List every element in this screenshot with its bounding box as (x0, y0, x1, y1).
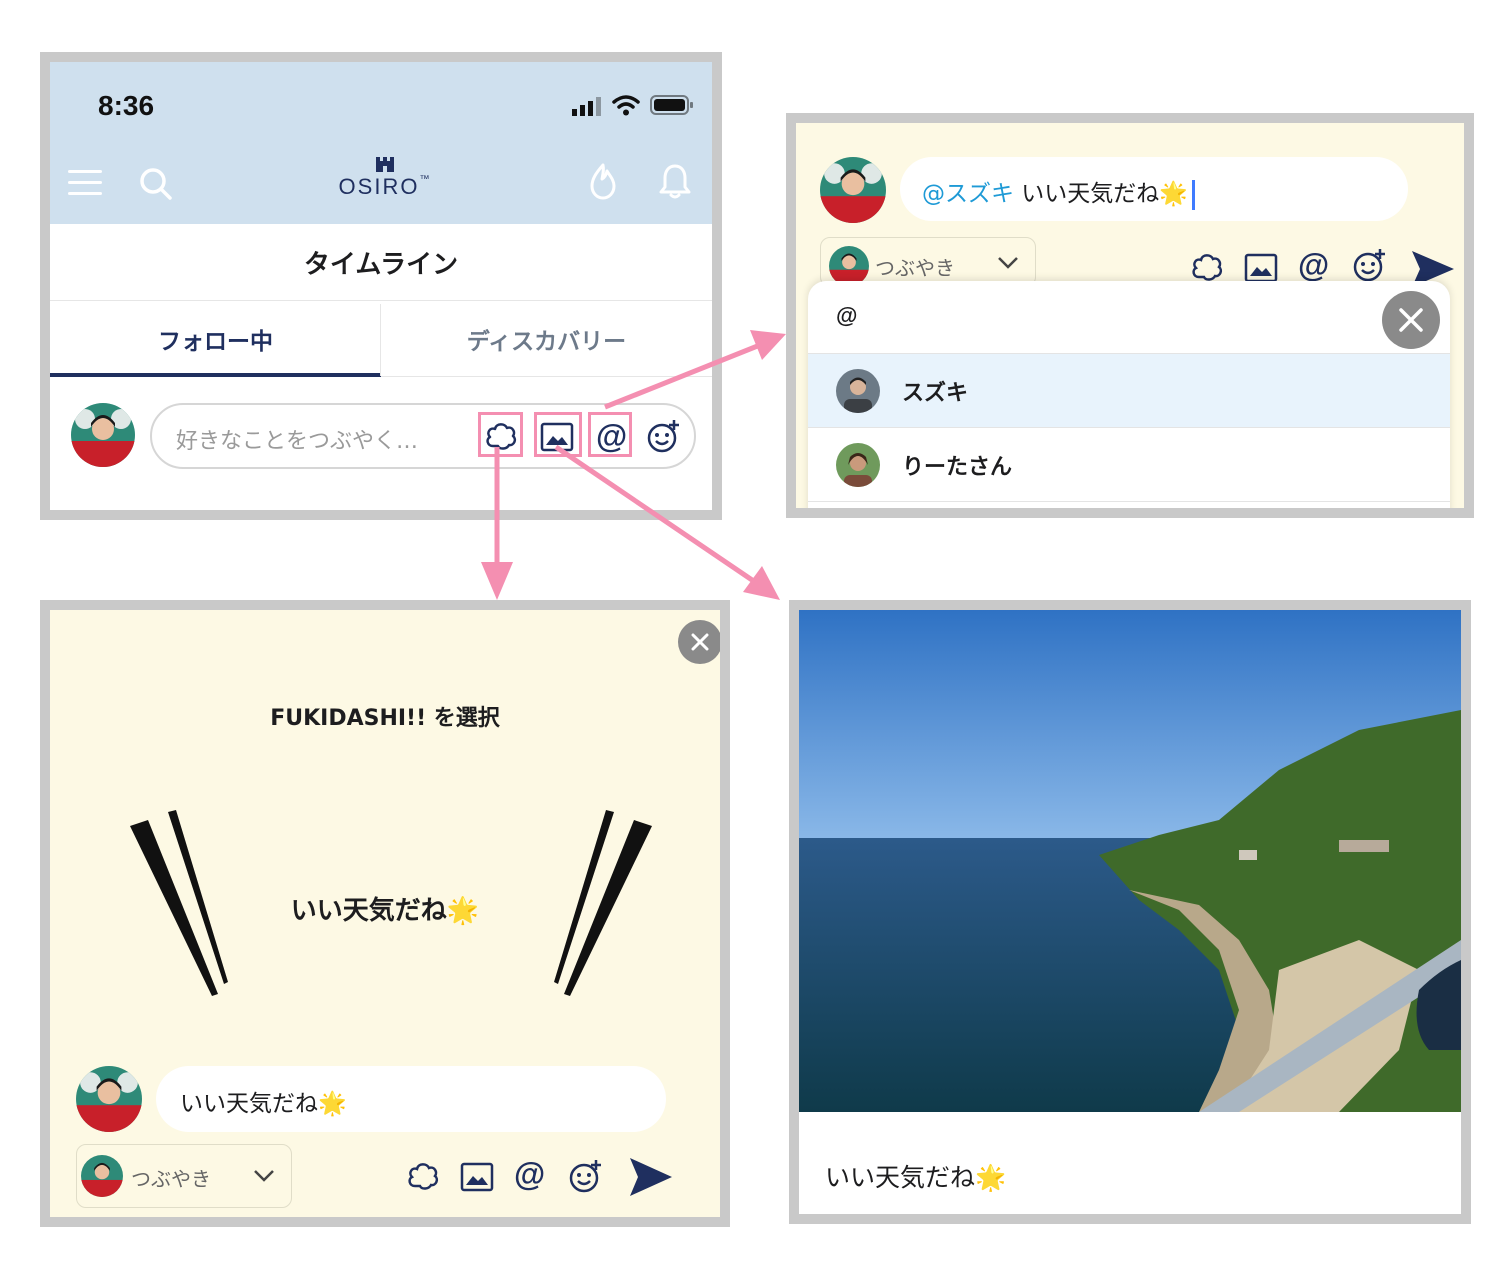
composer-placeholder: 好きなことをつぶやく… (176, 429, 419, 454)
post-caption: いい天気だね🌟 (825, 1158, 1006, 1194)
input-body: いい天気だね (1014, 181, 1160, 207)
input-body: いい天気だね (180, 1091, 318, 1117)
text-caret (1191, 179, 1195, 210)
suggestion-name: スズキ (902, 381, 969, 406)
close-icon (691, 633, 709, 651)
logo-text: OSIRO (338, 174, 420, 199)
image-post-screen: いい天気だね🌟 (789, 600, 1471, 1224)
mention-highlight (588, 412, 632, 457)
fukidashi-icon[interactable] (1190, 251, 1224, 283)
emoji-add-icon[interactable] (646, 418, 682, 454)
user-avatar[interactable] (76, 1066, 142, 1132)
image-icon[interactable] (460, 1162, 494, 1192)
timeline-screen: 8:36 OSIRO™ タイムライン フォロー中 ディスカバリー 好きなことをつ… (40, 52, 722, 520)
tab-following[interactable]: フォロー中 (50, 301, 381, 377)
send-icon[interactable] (628, 1156, 674, 1198)
post-input[interactable]: @スズキ いい天気だね🌟 (900, 157, 1408, 221)
app-header: OSIRO™ (50, 142, 712, 224)
attached-photo (799, 610, 1461, 1112)
close-button[interactable] (678, 620, 720, 664)
mention-token: @スズキ (922, 181, 1014, 207)
mention-dropdown: @ スズキ りーたさん (808, 281, 1450, 508)
fukidashi-icon[interactable] (406, 1160, 440, 1192)
fukidashi-preview-text: いい天気だね🌟 (50, 890, 720, 927)
post-type-label: つぶやき (875, 256, 955, 280)
post-input[interactable]: いい天気だね🌟 (156, 1066, 666, 1132)
preview-body: いい天気だね (290, 896, 447, 926)
tab-divider (380, 304, 381, 376)
post-type-select[interactable]: つぶやき (820, 237, 1036, 287)
close-icon (1399, 308, 1423, 332)
suggestion-avatar (836, 443, 880, 487)
emoji-add-icon[interactable] (1352, 247, 1388, 283)
logo-tm: ™ (419, 174, 432, 185)
status-time: 8:36 (98, 90, 155, 121)
star-emoji: 🌟 (446, 896, 480, 926)
type-avatar (829, 246, 869, 286)
close-button[interactable] (1382, 291, 1440, 349)
bell-icon[interactable] (658, 162, 692, 200)
suggestion-row-partial (808, 501, 1450, 508)
castle-icon (375, 154, 395, 172)
chevron-down-icon (997, 256, 1019, 270)
status-bar: 8:36 (50, 62, 712, 142)
image-highlight (534, 412, 582, 457)
search-icon[interactable] (138, 166, 174, 202)
caption-body: いい天気だね (825, 1163, 976, 1192)
post-input-text: @スズキ いい天気だね🌟 (922, 174, 1195, 210)
menu-icon[interactable] (68, 168, 104, 198)
signal-icon (572, 96, 602, 116)
image-icon[interactable] (1244, 253, 1278, 283)
suggestion-row[interactable]: りーたさん (808, 427, 1450, 502)
user-avatar[interactable] (820, 157, 886, 223)
fukidashi-screen: FUKIDASHI!! を選択 いい天気だね🌟 いい天気だね🌟 つぶやき @ (40, 600, 730, 1227)
user-avatar[interactable] (71, 403, 135, 467)
type-avatar (81, 1155, 123, 1197)
timeline-tabs: フォロー中 ディスカバリー (50, 301, 712, 377)
star-emoji: 🌟 (318, 1091, 347, 1117)
page-title: タイムライン (50, 224, 712, 301)
suggestion-row[interactable]: スズキ (808, 353, 1450, 428)
dropdown-query: @ (836, 303, 858, 328)
battery-icon (650, 95, 694, 115)
suggestion-avatar (836, 369, 880, 413)
post-type-select[interactable]: つぶやき (76, 1144, 292, 1208)
suggestion-name: りーたさん (902, 455, 1013, 480)
star-emoji: 🌟 (1159, 181, 1188, 207)
star-emoji: 🌟 (975, 1163, 1007, 1192)
post-input-text: いい天気だね🌟 (180, 1084, 347, 1118)
mention-icon[interactable]: @ (1298, 247, 1329, 284)
mention-screen: @スズキ いい天気だね🌟 つぶやき @ @ スズキ りーたさん (786, 113, 1474, 518)
emoji-add-icon[interactable] (568, 1158, 604, 1194)
tab-discovery[interactable]: ディスカバリー (381, 301, 712, 376)
chevron-down-icon (253, 1169, 275, 1183)
mention-icon[interactable]: @ (514, 1156, 545, 1193)
fukidashi-heading: FUKIDASHI!! を選択 (270, 706, 500, 731)
fukidashi-highlight (478, 412, 523, 457)
flame-icon[interactable] (588, 162, 618, 200)
app-logo: OSIRO™ (330, 154, 440, 200)
post-type-label: つぶやき (131, 1167, 211, 1191)
wifi-icon (612, 94, 640, 116)
